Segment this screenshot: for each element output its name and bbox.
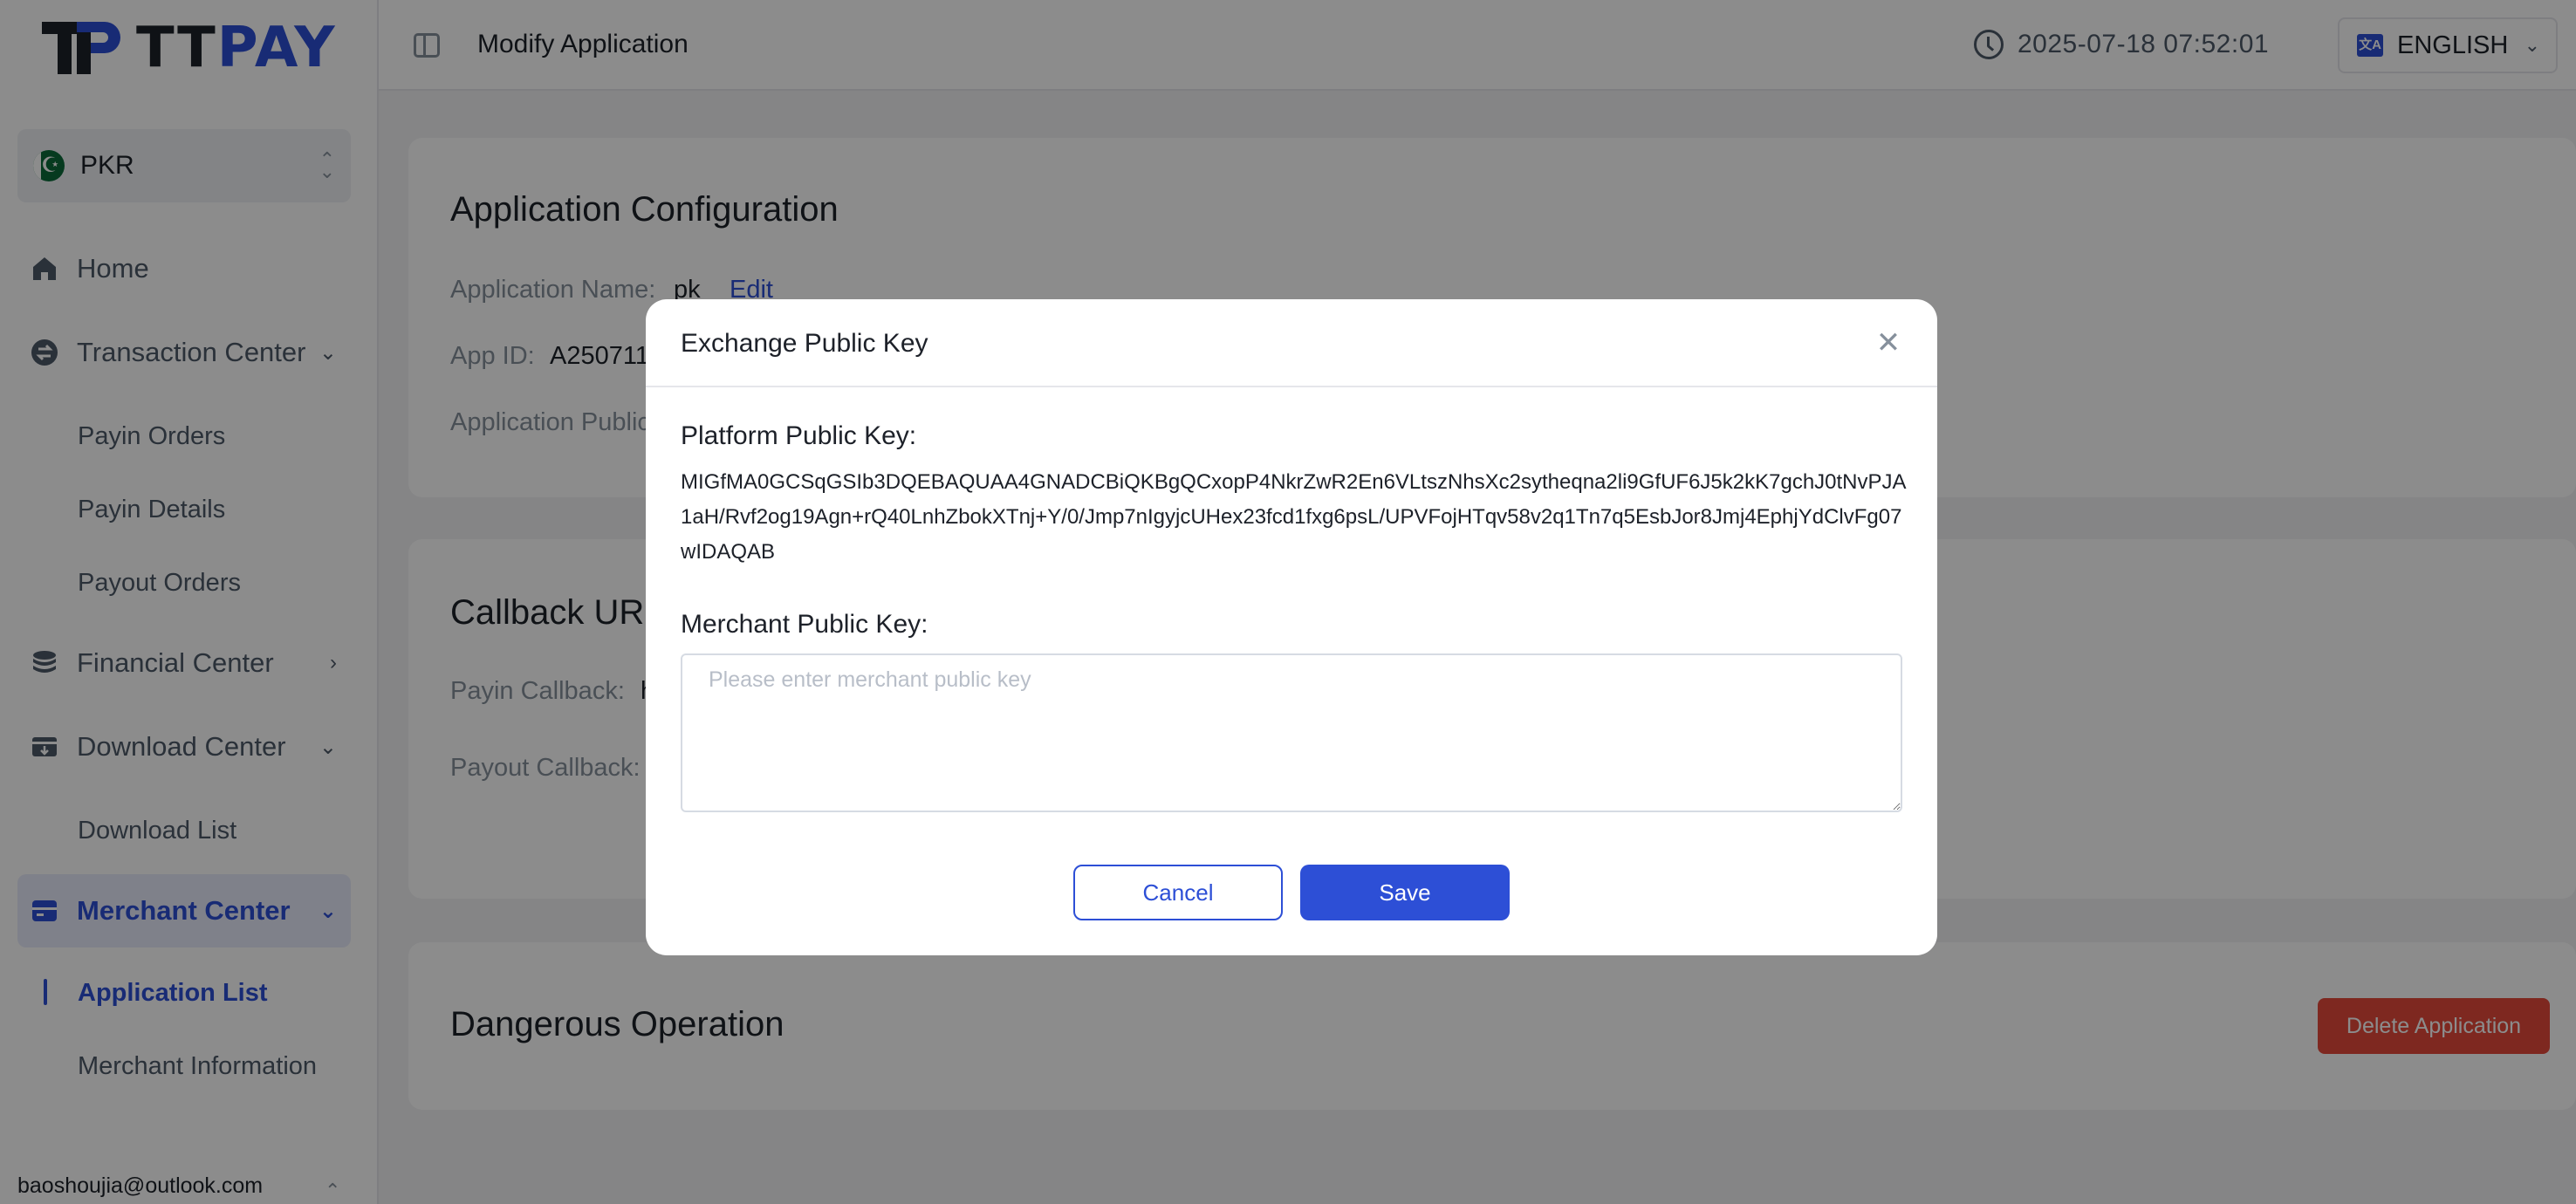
merchant-key-input[interactable] <box>681 653 1902 812</box>
modal-header: Exchange Public Key ✕ <box>646 299 1937 387</box>
exchange-key-modal: Exchange Public Key ✕ Platform Public Ke… <box>646 299 1937 955</box>
merchant-key-label: Merchant Public Key: <box>681 610 928 639</box>
modal-title: Exchange Public Key <box>681 329 928 358</box>
close-icon[interactable]: ✕ <box>1874 328 1902 358</box>
save-button[interactable]: Save <box>1300 865 1510 920</box>
platform-key-value: MIGfMA0GCSqGSIb3DQEBAQUAA4GNADCBiQKBgQCx… <box>681 470 1907 564</box>
cancel-button[interactable]: Cancel <box>1073 865 1283 920</box>
platform-key-label: Platform Public Key: <box>681 421 917 450</box>
